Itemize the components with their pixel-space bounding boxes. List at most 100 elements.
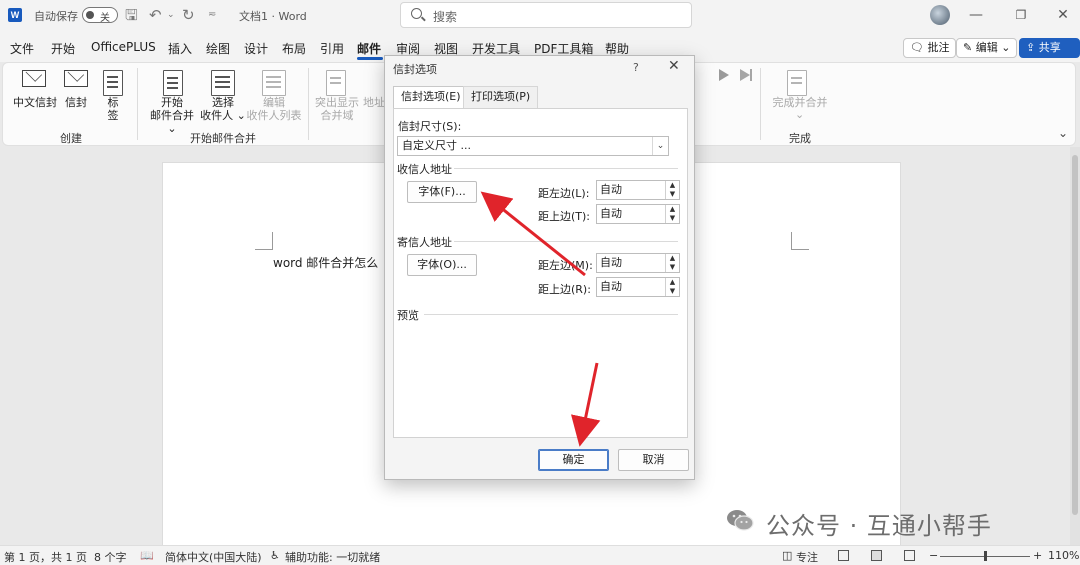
zoom-in-icon[interactable]: + [1033,549,1042,562]
word-count[interactable]: 8 个字 [94,549,127,565]
toggle-knob [86,11,94,19]
close-icon[interactable]: ✕ [1053,5,1073,25]
tab-printing-options[interactable]: 打印选项(P) [463,86,539,108]
focus-icon[interactable]: ◫ [782,549,792,562]
recipient-top-spinner[interactable]: 自动 ▲ ▼ [596,204,680,224]
chinese-envelope-label[interactable]: 中文信封 [13,96,57,109]
next-record-icon[interactable] [719,69,729,81]
search-placeholder: 搜索 [433,10,458,24]
labels-button[interactable] [103,70,123,96]
finish-merge-icon [787,70,807,96]
crop-mark-top-right [791,232,809,250]
labels-label[interactable]: 标 签 [104,96,122,122]
spin-arrows-icon[interactable]: ▲ ▼ [665,254,679,272]
address-block-label[interactable]: 地址 [362,96,386,109]
save-icon[interactable]: 🖫 [125,6,138,24]
comment-button[interactable]: 🗨 批注 [903,38,957,58]
zoom-slider-thumb[interactable] [984,551,987,561]
document-text[interactable]: word 邮件合并怎么 [273,254,378,271]
redo-icon[interactable]: ↻ [182,6,195,24]
active-tab-indicator [357,57,383,60]
sender-top-label: 距上边(R): [538,283,591,296]
vertical-scrollbar[interactable] [1070,147,1080,545]
spin-arrows-icon[interactable]: ▲ ▼ [665,181,679,199]
highlight-line1: 突出显示 [315,96,359,109]
recipient-left-spinner[interactable]: 自动 ▲ ▼ [596,180,680,200]
recipient-font-button[interactable]: 字体(F)... [407,181,477,203]
select-recipients-label[interactable]: 选择 收件人 ⌄ [200,96,246,122]
menu-home[interactable]: 开始 [51,40,75,57]
accessibility-status[interactable]: 辅助功能: 一切就绪 [285,549,380,565]
envelope-size-select[interactable]: 自定义尺寸 ... ⌄ [397,136,669,156]
edit-recipient-list-button[interactable] [262,70,286,96]
scrollbar-thumb[interactable] [1072,155,1078,515]
spin-arrows-icon[interactable]: ▲ ▼ [665,205,679,223]
menu-references[interactable]: 引用 [320,40,344,57]
recipient-address-heading: 收信人地址 [397,163,452,176]
focus-mode[interactable]: 专注 [796,549,818,565]
envelope-icon [64,70,88,87]
document-title: 文档1 · Word [239,10,307,23]
web-layout-icon[interactable] [904,550,915,561]
tab-envelope-options[interactable]: 信封选项(E) [393,86,469,108]
autosave-toggle[interactable]: 关 [82,7,118,24]
minimize-icon[interactable]: — [966,5,986,25]
share-button[interactable]: ⇪ 共享 ⌄ [1019,38,1080,72]
recipient-left-value: 自动 [600,183,622,196]
finish-merge-dropdown-icon[interactable]: ⌄ [795,108,804,121]
menu-mailings[interactable]: 邮件 [357,40,381,57]
edit-line2: 收件人列表 [246,109,302,122]
chinese-envelope-button[interactable] [22,70,46,87]
status-bar: 第 1 页，共 1 页 8 个字 📖 简体中文(中国大陆) ♿ 辅助功能: 一切… [0,545,1080,565]
menu-layout[interactable]: 布局 [282,40,306,57]
menu-officeplus[interactable]: OfficePLUS [91,40,156,54]
title-bar: W 自动保存 关 🖫 ↶ ⌄ ↻ ≂ 文档1 · Word 搜索 — ❐ ✕ [0,0,1080,32]
print-layout-icon[interactable] [871,550,882,561]
envelope-button[interactable] [64,70,88,87]
proofing-icon[interactable]: 📖 [140,549,154,562]
last-record-icon[interactable] [740,69,750,81]
cancel-button[interactable]: 取消 [618,449,689,471]
highlight-merge-fields-button[interactable] [326,70,346,96]
dialog-title: 信封选项 [393,63,437,76]
envelope-size-value: 自定义尺寸 ... [402,139,471,152]
read-mode-icon[interactable] [838,550,849,561]
sender-top-spinner[interactable]: 自动 ▲ ▼ [596,277,680,297]
start-mail-merge-button[interactable] [163,70,183,96]
search-box[interactable]: 搜索 [400,2,692,28]
sender-left-spinner[interactable]: 自动 ▲ ▼ [596,253,680,273]
envelope-label[interactable]: 信封 [63,96,89,109]
menu-draw[interactable]: 绘图 [206,40,230,57]
zoom-level[interactable]: 110% [1048,549,1079,562]
ribbon-separator [760,68,761,140]
help-icon[interactable]: ? [633,61,639,74]
undo-dropdown-icon[interactable]: ⌄ [167,6,175,24]
group-finish-label: 完成 [789,132,811,145]
restore-icon[interactable]: ❐ [1011,5,1031,25]
ribbon-separator [308,68,309,140]
envelope-size-label: 信封尺寸(S): [398,120,462,133]
accessibility-icon[interactable]: ♿ [270,549,280,562]
highlight-line2: 合并域 [320,109,354,122]
user-avatar[interactable] [930,5,950,25]
zoom-out-icon[interactable]: − [929,549,938,562]
language-indicator[interactable]: 简体中文(中国大陆) [165,549,262,565]
collapse-ribbon-icon[interactable]: ⌄ [1058,126,1068,140]
select-recipients-icon [211,70,235,96]
customize-toolbar-icon[interactable]: ≂ [208,6,216,24]
menu-insert[interactable]: 插入 [168,40,192,57]
select-line2: 收件人 [200,109,234,122]
menu-file[interactable]: 文件 [10,40,34,57]
menu-design[interactable]: 设计 [244,40,268,57]
select-recipients-button[interactable] [211,70,235,96]
highlight-merge-fields-label[interactable]: 突出显示 合并域 [314,96,360,122]
sender-font-button[interactable]: 字体(O)... [407,254,477,276]
finish-merge-button[interactable] [787,70,807,96]
ok-button[interactable]: 确定 [538,449,609,471]
dialog-close-icon[interactable]: ✕ [668,58,680,74]
edit-mode-button[interactable]: ✎ 编辑 ⌄ [956,38,1018,58]
spin-arrows-icon[interactable]: ▲ ▼ [665,278,679,296]
undo-icon[interactable]: ↶ [149,6,162,24]
page-info[interactable]: 第 1 页，共 1 页 [4,549,87,565]
edit-recipient-list-label[interactable]: 编辑 收件人列表 [246,96,302,122]
